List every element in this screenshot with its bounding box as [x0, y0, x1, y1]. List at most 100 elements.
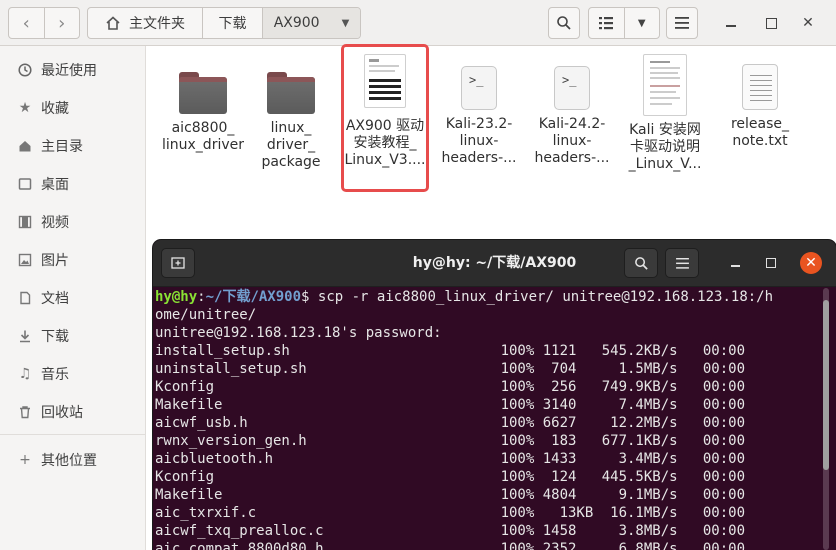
menu-icon: [675, 17, 689, 29]
breadcrumb-current-label: AX900: [273, 15, 320, 31]
transfer-line: install_setup.sh 100% 1121 545.2KB/s 00:…: [155, 343, 746, 359]
file-item[interactable]: >_ Kali-23.2- linux- headers-...: [433, 46, 525, 167]
file-item[interactable]: release_ note.txt: [714, 46, 806, 150]
sidebar-divider: [0, 434, 146, 435]
transfer-line: Makefile 100% 3140 7.4MB/s 00:00: [155, 397, 746, 413]
file-item[interactable]: Kali 安装网 卡驱动说明 _Linux_V...: [619, 46, 711, 173]
chevron-down-icon: ▼: [341, 17, 350, 29]
command-continuation: ome/unitree/: [155, 307, 257, 323]
file-item[interactable]: AX900 驱动 安装教程_ Linux_V3....: [339, 46, 431, 169]
close-button[interactable]: ✕: [796, 11, 820, 35]
sidebar-item-desktop[interactable]: 桌面: [0, 166, 146, 202]
navigation-buttons: ‹ ›: [8, 7, 80, 39]
terminal-minimize-button[interactable]: [725, 253, 745, 273]
file-item[interactable]: >_ Kali-24.2- linux- headers-...: [526, 46, 618, 167]
transfer-line: aicwf_txq_prealloc.c 100% 1458 3.8MB/s 0…: [155, 523, 746, 539]
breadcrumb: 主文件夹 下载 AX900 ▼: [87, 7, 361, 39]
sidebar-item-pictures[interactable]: 图片: [0, 242, 146, 278]
sidebar-item-documents[interactable]: 文档: [0, 280, 146, 316]
sidebar-item-label: 桌面: [41, 177, 69, 193]
sidebar-item-label: 下载: [41, 329, 69, 345]
terminal-close-button[interactable]: ✕: [800, 252, 822, 274]
sidebar-item-label: 视频: [41, 215, 69, 231]
sidebar-item-other-locations[interactable]: + 其他位置: [0, 442, 146, 478]
transfer-line: rwnx_version_gen.h 100% 183 677.1KB/s 00…: [155, 433, 746, 449]
sidebar-item-label: 收藏: [41, 101, 69, 117]
folder-icon: [267, 72, 315, 114]
breadcrumb-home-label: 主文件夹: [129, 16, 185, 32]
list-view-icon: [599, 17, 614, 30]
sidebar-item-videos[interactable]: 视频: [0, 204, 146, 240]
text-file-icon: [742, 64, 778, 110]
search-icon: [634, 256, 648, 270]
sidebar-item-recent[interactable]: 最近使用: [0, 52, 146, 88]
star-icon: ★: [18, 100, 32, 116]
sidebar-item-starred[interactable]: ★ 收藏: [0, 90, 146, 126]
view-options-button[interactable]: ▼: [625, 8, 660, 38]
pdf-thumbnail-icon: [364, 54, 406, 108]
sidebar: 最近使用 ★ 收藏 主目录 桌面 视频 图片 文档 下载 ♫ 音乐 回收站 + …: [0, 46, 146, 550]
plus-icon: +: [19, 452, 31, 468]
transfer-line: Kconfig 100% 256 749.9KB/s 00:00: [155, 379, 746, 395]
chevron-down-icon: ▼: [637, 17, 646, 29]
transfer-line: aicwf_usb.h 100% 6627 12.2MB/s 00:00: [155, 415, 746, 431]
minimize-button[interactable]: [720, 12, 742, 34]
sidebar-item-label: 文档: [41, 291, 69, 307]
menu-button[interactable]: [666, 7, 698, 39]
terminal-search-button[interactable]: [624, 248, 658, 278]
file-label: aic8800_ linux_driver: [162, 120, 244, 153]
file-label: linux_ driver_ package: [261, 120, 321, 170]
file-manager-header: ‹ › 主文件夹 下载 AX900 ▼ ▼ ✕: [0, 0, 836, 46]
sidebar-item-label: 音乐: [41, 367, 69, 383]
trash-icon: [17, 404, 33, 420]
terminal-window: hy@hy: ~/下载/AX900 ✕ hy@hy:~/下载/AX900$ sc…: [153, 240, 836, 550]
file-label: AX900 驱动 安装教程_ Linux_V3....: [344, 118, 426, 168]
search-icon: [557, 16, 571, 30]
file-item[interactable]: linux_ driver_ package: [245, 46, 337, 171]
sidebar-item-label: 回收站: [41, 405, 83, 421]
video-icon: [17, 214, 33, 230]
terminal-maximize-button[interactable]: [761, 253, 781, 273]
chevron-left-icon: ‹: [22, 12, 30, 34]
home-icon: [106, 16, 120, 30]
transfer-line: aicbluetooth.h 100% 1433 3.4MB/s 00:00: [155, 451, 746, 467]
chevron-right-icon: ›: [58, 12, 66, 34]
clock-icon: [17, 62, 33, 78]
file-label: Kali-23.2- linux- headers-...: [441, 116, 517, 166]
terminal-menu-button[interactable]: [665, 248, 699, 278]
transfer-line: Kconfig 100% 124 445.5KB/s 00:00: [155, 469, 746, 485]
transfer-line: aic_txrxif.c 100% 13KB 16.1MB/s 00:00: [155, 505, 746, 521]
breadcrumb-downloads[interactable]: 下载: [202, 8, 262, 38]
folder-icon: [179, 72, 227, 114]
image-icon: [17, 252, 33, 268]
close-icon: ✕: [805, 255, 817, 271]
terminal-output[interactable]: hy@hy:~/下载/AX900$ scp -r aic8800_linux_d…: [155, 288, 823, 550]
breadcrumb-home[interactable]: 主文件夹: [88, 8, 202, 38]
music-icon: ♫: [18, 366, 32, 382]
search-button[interactable]: [548, 7, 580, 39]
forward-button[interactable]: ›: [43, 8, 80, 38]
sidebar-item-label: 图片: [41, 253, 69, 269]
file-label: release_ note.txt: [730, 116, 790, 149]
transfer-line: uninstall_setup.sh 100% 704 1.5MB/s 00:0…: [155, 361, 746, 377]
menu-icon: [675, 257, 689, 269]
transfer-line: Makefile 100% 4804 9.1MB/s 00:00: [155, 487, 746, 503]
list-view-button[interactable]: [589, 8, 625, 38]
transfer-line: aic_compat_8800d80.h 100% 2352 6.8MB/s 0…: [155, 541, 746, 550]
sidebar-item-downloads[interactable]: 下载: [0, 318, 146, 354]
minimize-icon: [730, 265, 740, 267]
sidebar-item-home[interactable]: 主目录: [0, 128, 146, 164]
document-icon: [17, 290, 33, 306]
sidebar-item-music[interactable]: ♫ 音乐: [0, 356, 146, 392]
maximize-button[interactable]: [760, 12, 782, 34]
command-line: hy@hy:~/下载/AX900$ scp -r aic8800_linux_d…: [155, 289, 774, 305]
terminal-scrollbar-thumb[interactable]: [823, 300, 829, 470]
file-item[interactable]: aic8800_ linux_driver: [157, 46, 249, 154]
desktop-icon: [17, 176, 33, 192]
sidebar-item-label: 最近使用: [41, 63, 97, 79]
sidebar-item-trash[interactable]: 回收站: [0, 394, 146, 430]
back-button[interactable]: ‹: [9, 8, 44, 38]
download-icon: [17, 328, 33, 344]
breadcrumb-current[interactable]: AX900 ▼: [262, 8, 360, 38]
pdf-thumbnail-icon: [643, 54, 687, 116]
